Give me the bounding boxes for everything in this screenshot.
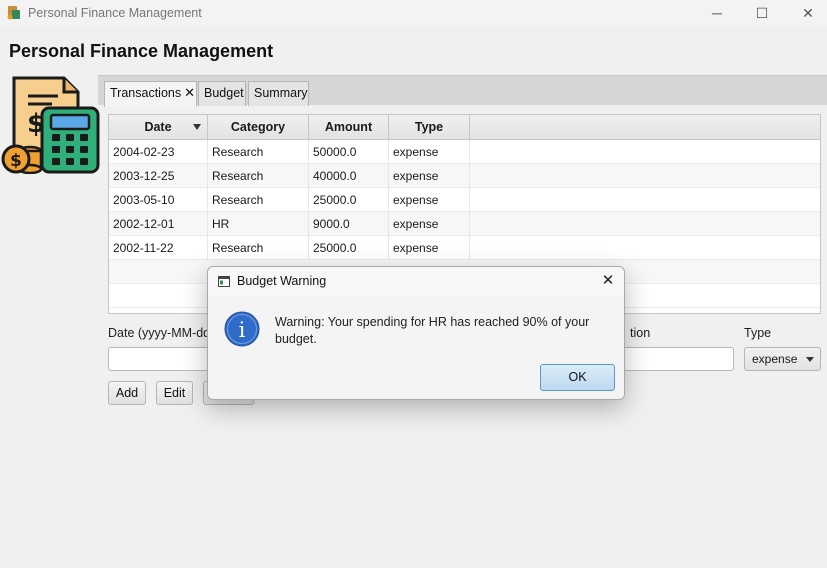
window-titlebar: Personal Finance Management ─ ☐ ✕ <box>0 0 827 26</box>
dialog-message: Warning: Your spending for HR has reache… <box>275 315 590 346</box>
cell-category: Research <box>208 236 309 260</box>
type-select[interactable]: expense <box>744 347 821 371</box>
minimize-button[interactable]: ─ <box>694 0 740 26</box>
finance-calculator-icon: $ $ <box>1 76 100 174</box>
chevron-down-icon <box>806 357 814 362</box>
table-row[interactable]: 2004-02-23 Research 50000.0 expense <box>109 140 820 164</box>
edit-button[interactable]: Edit <box>156 381 193 405</box>
cell-type: expense <box>389 236 470 260</box>
dialog-title: Budget Warning <box>237 274 327 288</box>
tab-close-icon[interactable]: ✕ <box>184 85 195 100</box>
description-label: tion <box>630 326 651 340</box>
cell-date: 2003-05-10 <box>109 188 208 212</box>
table-header: Date Category Amount Type <box>109 115 820 140</box>
sort-descending-icon <box>193 124 201 130</box>
table-row[interactable]: 2002-11-22 Research 25000.0 expense <box>109 236 820 260</box>
maximize-button[interactable]: ☐ <box>739 0 785 26</box>
date-field[interactable] <box>108 347 218 371</box>
table-row[interactable]: 2003-12-25 Research 40000.0 expense <box>109 164 820 188</box>
cell-type: expense <box>389 164 470 188</box>
cell-type: expense <box>389 188 470 212</box>
maximize-icon: ☐ <box>755 4 769 21</box>
tab-summary[interactable]: Summary <box>248 81 309 106</box>
column-header-type[interactable]: Type <box>389 115 470 140</box>
cell-date: 2004-02-23 <box>109 140 208 164</box>
column-header-amount[interactable]: Amount <box>309 115 389 140</box>
table-row[interactable]: 2003-05-10 Research 25000.0 expense <box>109 188 820 212</box>
cell-date: 2003-12-25 <box>109 164 208 188</box>
add-button[interactable]: Add <box>108 381 146 405</box>
dialog-window-icon <box>218 276 230 287</box>
tab-transactions[interactable]: Transactions ✕ <box>104 81 197 107</box>
app-heading: Personal Finance Management <box>9 41 274 61</box>
dialog-body: i Warning: Your spending for HR has reac… <box>208 297 624 399</box>
dialog-titlebar: Budget Warning ✕ <box>208 267 624 297</box>
budget-warning-dialog: Budget Warning ✕ i Warning: Your spendin… <box>207 266 625 400</box>
cell-category: Research <box>208 188 309 212</box>
type-select-value: expense <box>752 352 798 366</box>
window-title: Personal Finance Management <box>28 6 202 20</box>
date-label: Date (yyyy-MM-dd <box>108 326 211 340</box>
tab-label: Budget <box>204 86 244 100</box>
info-icon: i <box>224 311 260 347</box>
cell-category: Research <box>208 164 309 188</box>
cell-date: 2002-11-22 <box>109 236 208 260</box>
tab-label: Summary <box>254 86 308 100</box>
table-row[interactable]: 2002-12-01 HR 9000.0 expense <box>109 212 820 236</box>
tab-label: Transactions <box>110 86 182 100</box>
cell-amount: 25000.0 <box>309 188 389 212</box>
app-icon <box>7 6 20 20</box>
cell-type: expense <box>389 212 470 236</box>
cell-amount: 40000.0 <box>309 164 389 188</box>
column-header-date[interactable]: Date <box>109 115 208 140</box>
type-label: Type <box>744 326 772 340</box>
minimize-icon: ─ <box>712 5 722 21</box>
cell-date: 2002-12-01 <box>109 212 208 236</box>
close-icon: ✕ <box>802 4 814 21</box>
cell-amount: 9000.0 <box>309 212 389 236</box>
tab-budget[interactable]: Budget <box>198 81 246 106</box>
svg-text:$: $ <box>10 151 22 171</box>
dialog-close-button[interactable]: ✕ <box>598 271 618 291</box>
cell-type: expense <box>389 140 470 164</box>
cell-amount: 25000.0 <box>309 236 389 260</box>
ok-button[interactable]: OK <box>540 364 615 391</box>
column-header-category[interactable]: Category <box>208 115 309 140</box>
cell-category: Research <box>208 140 309 164</box>
svg-text:i: i <box>239 318 246 342</box>
cell-amount: 50000.0 <box>309 140 389 164</box>
close-window-button[interactable]: ✕ <box>785 0 827 26</box>
cell-category: HR <box>208 212 309 236</box>
tab-bar: Transactions ✕ Budget Summary <box>98 75 827 107</box>
